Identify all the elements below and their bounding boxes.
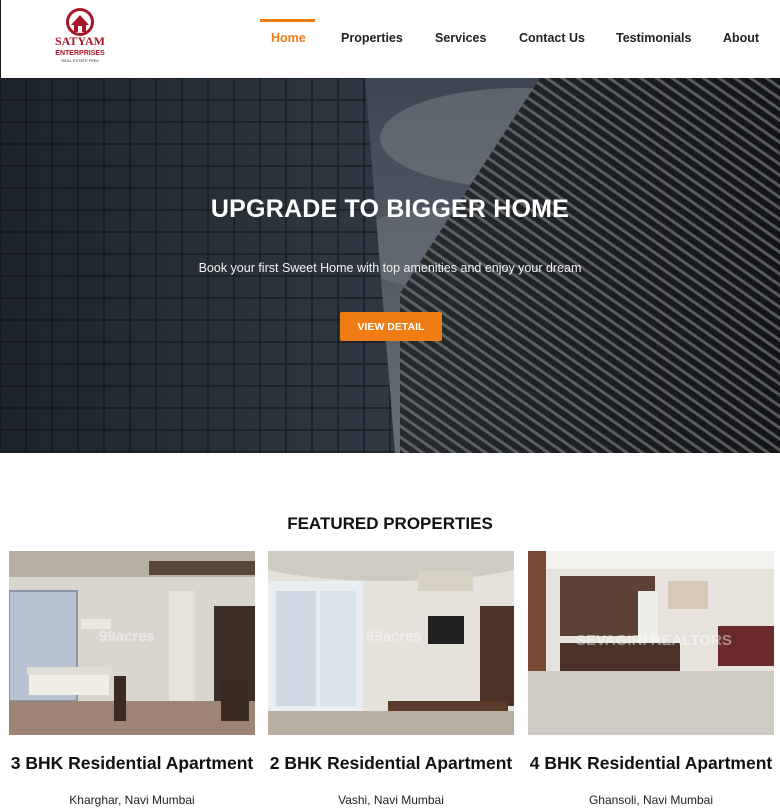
property-location: Kharghar, Navi Mumbai — [69, 793, 195, 807]
main-nav: Home Properties Services Contact Us Test… — [1, 0, 780, 78]
nav-about[interactable]: About — [723, 31, 759, 45]
property-image[interactable]: SEVAGIRI REALTORS — [528, 551, 774, 735]
featured-properties-heading: FEATURED PROPERTIES — [287, 514, 493, 533]
image-watermark: 99acres — [99, 628, 155, 645]
property-location: Vashi, Navi Mumbai — [338, 793, 444, 807]
nav-services[interactable]: Services — [435, 31, 486, 45]
property-title[interactable]: 3 BHK Residential Apartment — [0, 753, 265, 774]
nav-properties[interactable]: Properties — [341, 31, 403, 45]
site-header: SATYAM ENTERPRISES REAL ESTATE FIRM Home… — [0, 0, 780, 78]
property-title[interactable]: 2 BHK Residential Apartment — [258, 753, 524, 774]
active-tab-indicator — [260, 19, 315, 22]
property-location: Ghansoli, Navi Mumbai — [588, 793, 714, 807]
hero-banner: UPGRADE TO BIGGER HOME Book your first S… — [0, 78, 780, 453]
property-image[interactable]: 99acres — [9, 551, 255, 735]
nav-contact-us[interactable]: Contact Us — [519, 31, 585, 45]
view-detail-button[interactable]: VIEW DETAIL — [340, 312, 442, 341]
property-image[interactable]: 99acres — [268, 551, 514, 735]
property-title[interactable]: 4 BHK Residential Apartment — [518, 753, 780, 774]
hero-title: UPGRADE TO BIGGER HOME — [210, 195, 570, 223]
hero-subtitle: Book your first Sweet Home with top amen… — [198, 261, 582, 275]
image-watermark: 99acres — [366, 628, 422, 645]
nav-testimonials[interactable]: Testimonials — [616, 31, 691, 45]
image-watermark: SEVAGIRI REALTORS — [576, 632, 732, 649]
nav-home[interactable]: Home — [271, 31, 306, 45]
